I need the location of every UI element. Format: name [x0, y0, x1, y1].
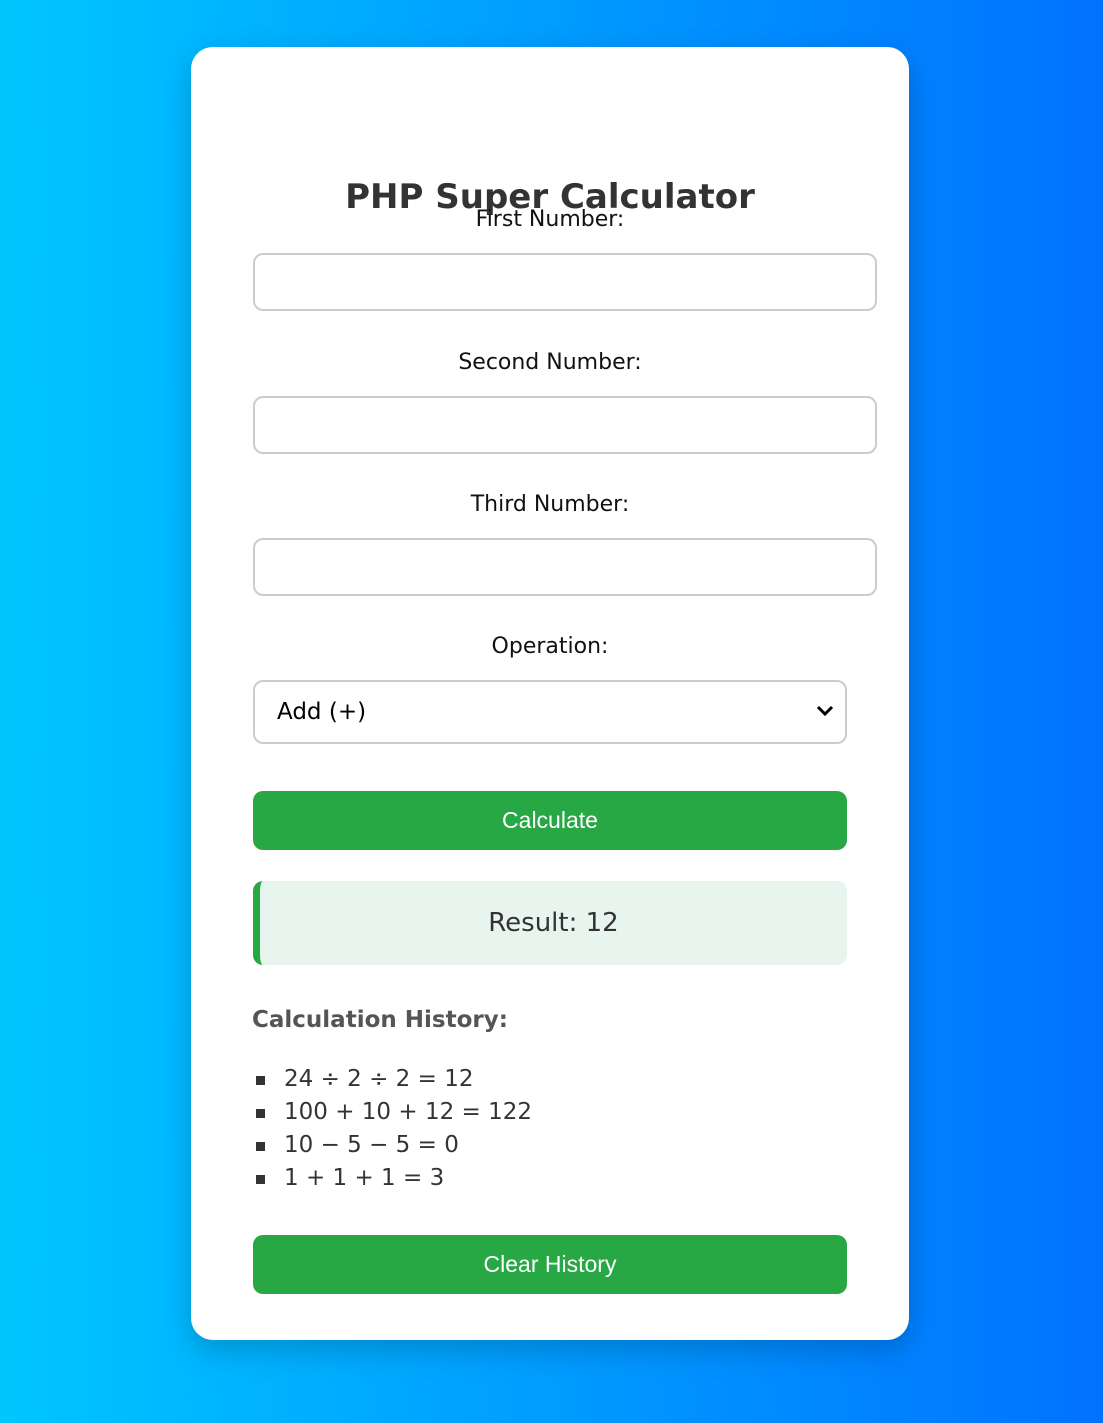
- history-item: 1 + 1 + 1 = 3: [252, 1162, 532, 1195]
- operation-select[interactable]: Add (+): [253, 680, 847, 744]
- second-number-label: Second Number:: [458, 350, 642, 375]
- history-item: 10 − 5 − 5 = 0: [252, 1129, 532, 1162]
- chevron-down-icon: [816, 705, 834, 717]
- history-list: 24 ÷ 2 ÷ 2 = 12 100 + 10 + 12 = 122 10 −…: [252, 1063, 532, 1195]
- clear-history-button[interactable]: Clear History: [253, 1235, 847, 1294]
- third-number-label: Third Number:: [470, 492, 630, 517]
- second-number-input[interactable]: [253, 396, 877, 454]
- first-number-input[interactable]: [253, 253, 877, 311]
- first-number-label: First Number:: [475, 207, 625, 232]
- operation-label: Operation:: [491, 634, 609, 659]
- calculate-button[interactable]: Calculate: [253, 791, 847, 850]
- history-item: 24 ÷ 2 ÷ 2 = 12: [252, 1063, 532, 1096]
- calculator-card: PHP Super Calculator First Number: Secon…: [191, 47, 909, 1340]
- history-item: 100 + 10 + 12 = 122: [252, 1096, 532, 1129]
- third-number-input[interactable]: [253, 538, 877, 596]
- result-display: Result: 12: [253, 881, 847, 965]
- operation-selected: Add (+): [277, 699, 367, 725]
- history-heading: Calculation History:: [252, 1007, 508, 1033]
